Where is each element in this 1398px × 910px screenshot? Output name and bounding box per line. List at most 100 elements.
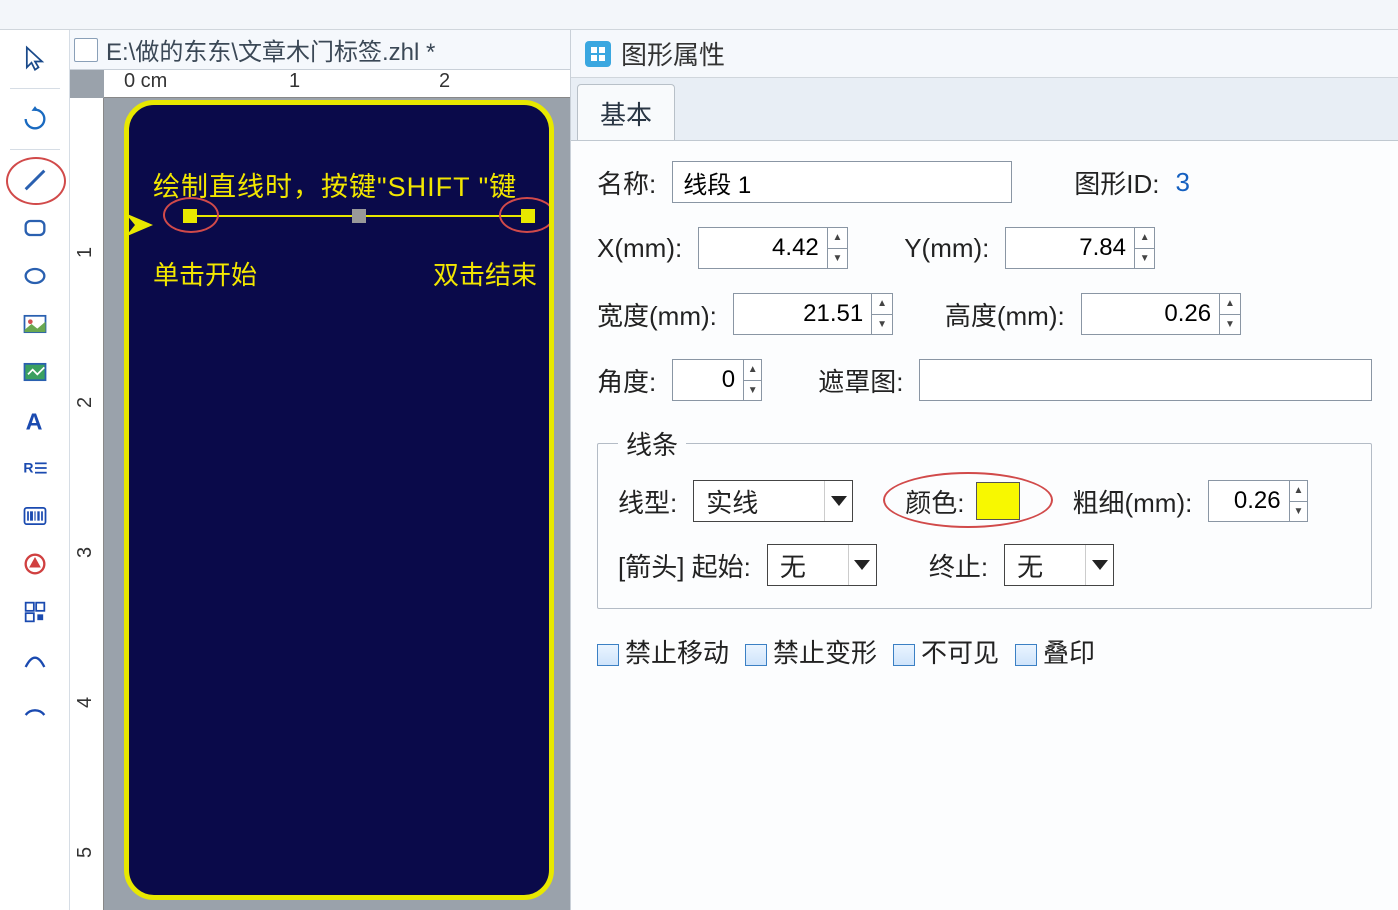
line-handle-mid[interactable] <box>352 209 366 223</box>
name-label: 名称: <box>597 164 656 201</box>
ruler-v-4: 4 <box>74 697 97 708</box>
canvas-stage[interactable]: 绘制直线时，按键"SHIFT "键 单击开始 双击结束 <box>104 98 570 910</box>
chk-invisible[interactable]: 不可见 <box>893 633 999 670</box>
window-icon <box>74 38 98 62</box>
ruler-v-2: 2 <box>74 397 97 408</box>
ruler-h-1: 1 <box>289 70 300 93</box>
shape-tool[interactable] <box>13 542 57 586</box>
dropdown-arrow-icon[interactable] <box>848 545 876 585</box>
spinner-down-icon[interactable]: ▼ <box>872 315 892 335</box>
line-tool[interactable] <box>13 158 57 202</box>
image-link-tool[interactable] <box>13 350 57 394</box>
annotation-end-label: 双击结束 <box>433 255 537 292</box>
tab-basic[interactable]: 基本 <box>577 84 675 140</box>
checkbox-icon[interactable] <box>745 644 767 666</box>
ruler-vertical: 1 2 3 4 5 <box>70 98 104 910</box>
mask-label: 遮罩图: <box>818 362 903 399</box>
panel-icon <box>585 41 611 67</box>
spinner-down-icon[interactable]: ▼ <box>1135 249 1154 269</box>
ruler-v-5: 5 <box>74 847 97 858</box>
spinner-up-icon[interactable]: ▲ <box>1135 228 1154 249</box>
spinner-up-icon[interactable]: ▲ <box>744 360 761 381</box>
line-fieldset: 线条 线型: 实线 颜色: 粗细(mm): ▲▼ [箭头] 起始: <box>597 425 1372 609</box>
ruler-horizontal: 0 cm 1 2 <box>104 70 570 98</box>
panel-header: 图形属性 <box>571 30 1398 78</box>
width-input[interactable]: ▲▼ <box>733 293 893 335</box>
thickness-label: 粗细(mm): <box>1072 483 1192 520</box>
dropdown-arrow-icon[interactable] <box>824 481 852 521</box>
form-area: 名称: 图形ID: 3 X(mm): ▲▼ Y(mm): ▲▼ 宽度(mm): … <box>571 141 1398 690</box>
top-toolbar-fragment <box>0 0 1398 30</box>
rounded-rect-tool[interactable] <box>13 206 57 250</box>
tabs-row: 基本 <box>571 78 1398 141</box>
text-tool[interactable]: A <box>13 398 57 442</box>
panel-title: 图形属性 <box>621 35 725 72</box>
image-tool[interactable] <box>13 302 57 346</box>
x-input[interactable]: ▲▼ <box>698 227 848 269</box>
chk-no-deform[interactable]: 禁止变形 <box>745 633 877 670</box>
spinner-up-icon[interactable]: ▲ <box>1290 481 1308 502</box>
line-type-combo[interactable]: 实线 <box>693 480 853 522</box>
arrow-end-label: 终止: <box>929 547 988 584</box>
annotation-circle-color <box>883 472 1053 528</box>
label-card: 绘制直线时，按键"SHIFT "键 单击开始 双击结束 <box>124 100 554 900</box>
spinner-down-icon[interactable]: ▼ <box>744 381 761 401</box>
spinner-up-icon[interactable]: ▲ <box>1220 294 1240 315</box>
pointer-tool[interactable] <box>13 36 57 80</box>
ellipse-tool[interactable] <box>13 254 57 298</box>
line-type-label: 线型: <box>618 483 677 520</box>
spinner-down-icon[interactable]: ▼ <box>1290 502 1308 522</box>
spinner-up-icon[interactable]: ▲ <box>828 228 847 249</box>
arrow-end-combo[interactable]: 无 <box>1004 544 1114 586</box>
id-value: 3 <box>1175 167 1189 198</box>
width-label: 宽度(mm): <box>597 296 717 333</box>
chk-no-move[interactable]: 禁止移动 <box>597 633 729 670</box>
spinner-down-icon[interactable]: ▼ <box>828 249 847 269</box>
y-label: Y(mm): <box>904 233 989 264</box>
document-tab[interactable]: E:\做的东东\文章木门标签.zhl * <box>70 30 570 70</box>
svg-text:A: A <box>25 408 42 434</box>
annotation-start-label: 单击开始 <box>153 255 257 292</box>
svg-text:R: R <box>23 460 33 476</box>
mask-input[interactable] <box>919 359 1372 401</box>
tool-strip: A R <box>0 30 70 910</box>
rotate-tool[interactable] <box>13 97 57 141</box>
checkbox-icon[interactable] <box>1015 644 1037 666</box>
arrow-start-combo[interactable]: 无 <box>767 544 877 586</box>
ruler-h-2: 2 <box>439 70 450 93</box>
annotation-hint: 绘制直线时，按键"SHIFT "键 <box>153 165 517 204</box>
spinner-up-icon[interactable]: ▲ <box>872 294 892 315</box>
name-input[interactable] <box>672 161 1012 203</box>
height-input[interactable]: ▲▼ <box>1081 293 1241 335</box>
document-title: E:\做的东东\文章木门标签.zhl * <box>106 32 435 67</box>
dropdown-arrow-icon[interactable] <box>1085 545 1113 585</box>
x-label: X(mm): <box>597 233 682 264</box>
rich-text-tool[interactable]: R <box>13 446 57 490</box>
height-label: 高度(mm): <box>945 296 1065 333</box>
ruler-v-1: 1 <box>74 247 97 258</box>
ruler-h-0: 0 cm <box>124 70 167 93</box>
checkbox-icon[interactable] <box>893 644 915 666</box>
angle-label: 角度: <box>597 362 656 399</box>
checkbox-icon[interactable] <box>597 644 619 666</box>
line-legend: 线条 <box>618 425 686 462</box>
annotation-circle-start <box>163 197 219 233</box>
annotation-circle-end <box>499 197 554 233</box>
color-group: 颜色: <box>905 482 1020 520</box>
qr-tool[interactable] <box>13 590 57 634</box>
drawn-line-object[interactable] <box>189 215 529 217</box>
spinner-down-icon[interactable]: ▼ <box>1220 315 1240 335</box>
chk-overprint[interactable]: 叠印 <box>1015 633 1095 670</box>
properties-panel: 图形属性 基本 名称: 图形ID: 3 X(mm): ▲▼ Y(mm): ▲▼ … <box>570 30 1398 910</box>
arc-tool[interactable] <box>13 686 57 730</box>
ruler-v-3: 3 <box>74 547 97 558</box>
canvas-wrap: 0 cm 1 2 1 2 3 4 5 绘制直线时，按键"SHIFT "键 <box>70 70 570 910</box>
y-input[interactable]: ▲▼ <box>1005 227 1155 269</box>
barcode-tool[interactable] <box>13 494 57 538</box>
thickness-input[interactable]: ▲▼ <box>1208 480 1308 522</box>
design-area: E:\做的东东\文章木门标签.zhl * 0 cm 1 2 1 2 3 4 5 <box>70 30 570 910</box>
id-label: 图形ID: <box>1074 164 1159 201</box>
angle-input[interactable]: ▲▼ <box>672 359 762 401</box>
curve-tool[interactable] <box>13 638 57 682</box>
arrow-start-label: [箭头] 起始: <box>618 547 751 584</box>
